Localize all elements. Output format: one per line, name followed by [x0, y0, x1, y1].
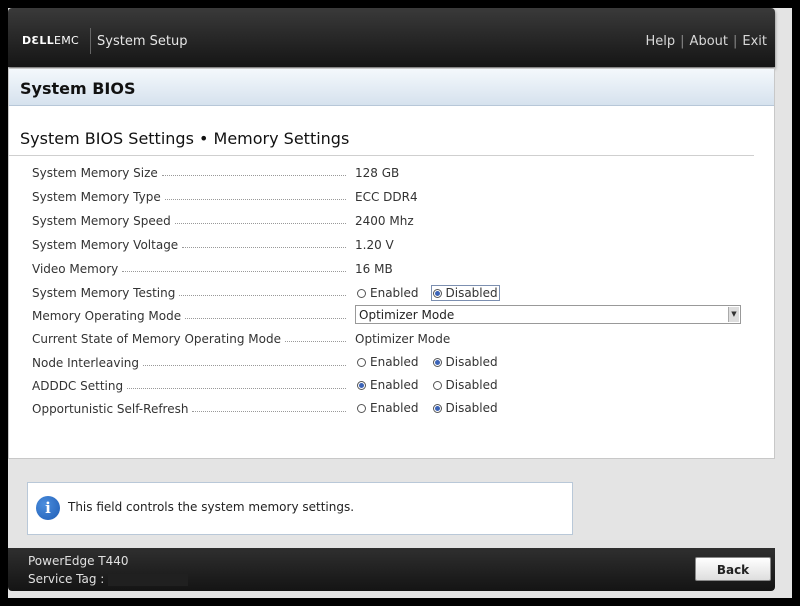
- adddc-radio-group: Enabled Disabled: [355, 378, 510, 392]
- setting-row: System Memory Voltage 1.20 V: [32, 235, 752, 255]
- radio-on-icon: [432, 357, 442, 367]
- setting-value: 1.20 V: [355, 238, 394, 252]
- setting-row-node-interleaving: Node Interleaving Enabled Disabled: [32, 353, 752, 373]
- top-bar: DƐLLEMC System Setup Help | About | Exit: [8, 8, 775, 67]
- top-nav: Help | About | Exit: [645, 34, 767, 49]
- memory-operating-mode-select[interactable]: Optimizer Mode ▼: [355, 305, 741, 324]
- setting-row-adddc: ADDDC Setting Enabled Disabled: [32, 376, 752, 396]
- section-bar: System BIOS: [9, 69, 774, 106]
- memory-testing-enabled-radio[interactable]: Enabled: [355, 285, 421, 301]
- setting-value: 2400 Mhz: [355, 214, 414, 228]
- radio-off-icon: [432, 380, 442, 390]
- setting-label: Node Interleaving: [32, 356, 140, 370]
- node-interleaving-enabled-radio[interactable]: Enabled: [355, 355, 421, 369]
- header-divider: [90, 28, 91, 54]
- info-icon: i: [36, 496, 60, 520]
- about-link[interactable]: About: [690, 34, 728, 49]
- setting-label: System Memory Voltage: [32, 238, 179, 252]
- setting-row: System Memory Speed 2400 Mhz: [32, 211, 752, 231]
- setting-value: 16 MB: [355, 262, 393, 276]
- system-model: PowerEdge T440: [28, 554, 129, 568]
- setting-label: System Memory Speed: [32, 214, 171, 228]
- setting-row: Video Memory 16 MB: [32, 259, 752, 279]
- section-title: System BIOS: [20, 79, 136, 98]
- service-tag-value: [108, 573, 189, 586]
- setting-value: 128 GB: [355, 166, 400, 180]
- setting-label: System Memory Type: [32, 190, 161, 204]
- dropdown-arrow-icon[interactable]: ▼: [728, 307, 739, 322]
- radio-off-icon: [357, 403, 366, 413]
- footer-bar: PowerEdge T440 Service Tag : Back: [8, 548, 775, 591]
- app-title: System Setup: [97, 34, 188, 49]
- radio-off-icon: [357, 357, 366, 367]
- service-tag: Service Tag :: [28, 572, 189, 586]
- node-interleaving-radio-group: Enabled Disabled: [355, 355, 510, 369]
- adddc-disabled-radio[interactable]: Disabled: [431, 378, 500, 392]
- setting-row: System Memory Size 128 GB: [32, 163, 752, 183]
- exit-link[interactable]: Exit: [742, 34, 767, 49]
- setting-label: Video Memory: [32, 262, 119, 276]
- setting-value: Optimizer Mode: [355, 332, 451, 346]
- setting-label: Current State of Memory Operating Mode: [32, 332, 281, 346]
- self-refresh-disabled-radio[interactable]: Disabled: [431, 401, 500, 415]
- help-text: This field controls the system memory se…: [68, 500, 355, 514]
- radio-on-icon: [432, 288, 442, 298]
- setting-label: Memory Operating Mode: [32, 309, 182, 323]
- setting-row-memory-testing: System Memory Testing Enabled Disabled: [32, 283, 752, 303]
- heading-divider: [9, 155, 754, 156]
- setting-label: System Memory Size: [32, 166, 158, 180]
- node-interleaving-disabled-radio[interactable]: Disabled: [431, 355, 500, 369]
- setting-label: System Memory Testing: [32, 286, 176, 300]
- radio-on-icon: [357, 380, 366, 390]
- back-button[interactable]: Back: [695, 557, 771, 581]
- memory-testing-disabled-radio[interactable]: Disabled: [430, 285, 500, 301]
- self-refresh-enabled-radio[interactable]: Enabled: [355, 401, 421, 415]
- setting-value: ECC DDR4: [355, 190, 418, 204]
- radio-on-icon: [432, 403, 442, 413]
- setting-row: Current State of Memory Operating Mode O…: [32, 329, 752, 349]
- setting-row-operating-mode: Memory Operating Mode Optimizer Mode ▼: [32, 305, 752, 326]
- dell-emc-logo: DƐLLEMC: [22, 34, 80, 47]
- settings-panel: System BIOS System BIOS Settings • Memor…: [8, 68, 775, 459]
- setting-label: ADDDC Setting: [32, 379, 124, 393]
- help-box: i This field controls the system memory …: [27, 482, 573, 535]
- memory-testing-radio-group: Enabled Disabled: [355, 285, 510, 301]
- radio-off-icon: [357, 288, 366, 298]
- adddc-enabled-radio[interactable]: Enabled: [355, 378, 421, 392]
- self-refresh-radio-group: Enabled Disabled: [355, 401, 510, 415]
- setting-label: Opportunistic Self-Refresh: [32, 402, 189, 416]
- help-link[interactable]: Help: [646, 34, 676, 49]
- setting-row-self-refresh: Opportunistic Self-Refresh Enabled Disab…: [32, 399, 752, 419]
- setting-row: System Memory Type ECC DDR4: [32, 187, 752, 207]
- page-heading: System BIOS Settings • Memory Settings: [20, 129, 350, 148]
